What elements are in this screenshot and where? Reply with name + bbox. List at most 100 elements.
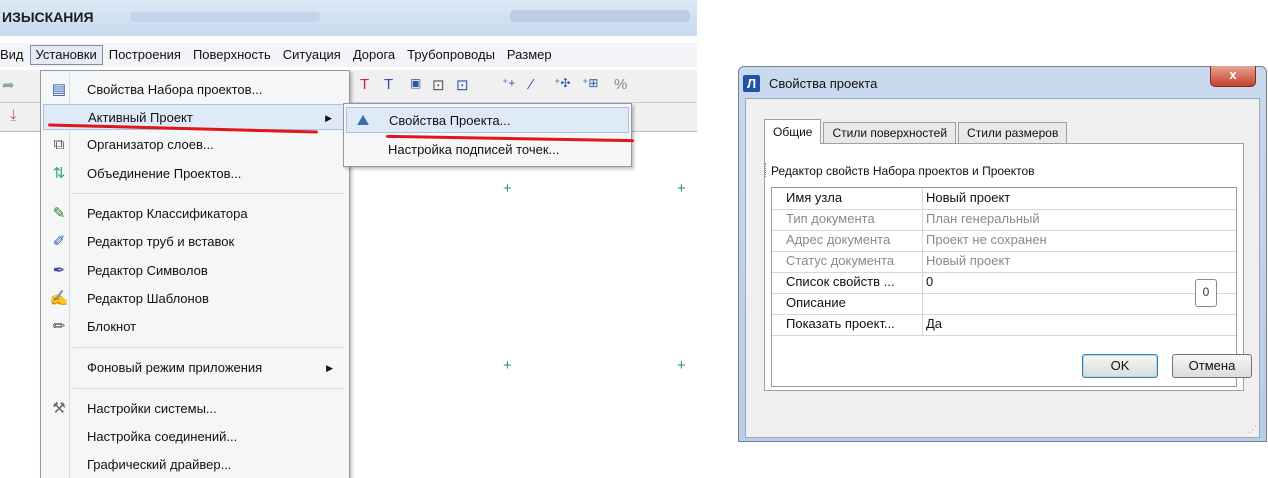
point-add-icon[interactable]: ⁺✣ bbox=[554, 76, 570, 90]
menu-item-label: Свойства Набора проектов... bbox=[87, 82, 263, 97]
property-value: План генеральный bbox=[926, 211, 1040, 226]
property-key: Тип документа bbox=[786, 211, 875, 226]
text-delete-icon[interactable]: T bbox=[384, 76, 393, 93]
property-row: Статус документа Новый проект bbox=[772, 251, 1236, 273]
property-grid: Имя узла Новый проект Тип документа План… bbox=[771, 187, 1237, 387]
project-properties-dialog: Л Свойства проекта x Общие Стили поверхн… bbox=[738, 66, 1267, 442]
menu-item-label: Активный Проект bbox=[88, 110, 193, 125]
tab-general[interactable]: Общие bbox=[764, 119, 822, 144]
property-key: Показать проект... bbox=[786, 316, 895, 331]
close-button[interactable]: x bbox=[1210, 66, 1256, 87]
menu-item-pipe-editor[interactable]: ✐ Редактор труб и вставок bbox=[43, 229, 347, 255]
property-value[interactable]: Да bbox=[926, 316, 942, 331]
app-title: ИЗЫСКАНИЯ bbox=[2, 9, 94, 25]
menu-item-merge-projects[interactable]: ⇅ Объединение Проектов... bbox=[43, 161, 347, 187]
app-title-bar: ИЗЫСКАНИЯ bbox=[0, 0, 697, 36]
menu-item-classifier-editor[interactable]: ✎ Редактор Классификатора bbox=[43, 201, 347, 227]
tab-strip: Общие Стили поверхностей Стили размеров bbox=[764, 119, 1069, 144]
menu-item-label: Настройка подписей точек... bbox=[388, 142, 560, 157]
download-icon[interactable]: ⤓ bbox=[10, 107, 17, 124]
grid-cross-icon: + bbox=[503, 180, 512, 197]
point-edit-icon[interactable]: ⁺⊞ bbox=[582, 76, 598, 90]
property-value[interactable]: Новый проект bbox=[926, 190, 1010, 205]
menu-item-system-settings[interactable]: ⚒ Настройки системы... bbox=[43, 396, 347, 422]
tab-dimension-styles[interactable]: Стили размеров bbox=[958, 122, 1068, 144]
tab-surface-styles[interactable]: Стили поверхностей bbox=[823, 122, 957, 144]
property-key: Статус документа bbox=[786, 253, 895, 268]
property-value: Проект не сохранен bbox=[926, 232, 1047, 247]
grid-cross-icon: + bbox=[677, 357, 686, 374]
menu-bar: Вид Установки Построения Поверхность Сит… bbox=[0, 43, 697, 67]
submenu-arrow-icon: ▶ bbox=[325, 113, 332, 123]
notepad-icon: ✏ bbox=[52, 318, 66, 335]
count-badge[interactable]: 0 bbox=[1195, 279, 1217, 307]
menu-item-symbol-editor[interactable]: ✒ Редактор Символов bbox=[43, 258, 347, 284]
text-frame-icon[interactable]: ▣ bbox=[410, 76, 421, 90]
dialog-title-bar[interactable]: Л Свойства проекта x bbox=[739, 66, 1266, 97]
dialog-title: Свойства проекта bbox=[769, 76, 878, 91]
resize-grip-icon[interactable]: ⋰ bbox=[1248, 424, 1257, 435]
menu-item-project-properties[interactable]: ⛰ Свойства Проекта... bbox=[346, 107, 629, 133]
menu-ustanovki[interactable]: Установки bbox=[29, 45, 103, 65]
menu-item-layer-organizer[interactable]: ⧉ Организатор слоев... bbox=[43, 132, 347, 158]
property-key: Список свойств ... bbox=[786, 274, 895, 289]
application-window: ИЗЫСКАНИЯ Вид Установки Построения Повер… bbox=[0, 0, 697, 478]
folder-properties-icon: ▤ bbox=[51, 81, 67, 98]
menu-item-label: Свойства Проекта... bbox=[389, 113, 511, 128]
property-row[interactable]: Список свойств ... 0 bbox=[772, 272, 1236, 294]
percent-tool-icon[interactable]: % bbox=[614, 76, 627, 93]
point-tool-icon[interactable]: ⁺+ bbox=[502, 76, 515, 90]
classifier-editor-icon: ✎ bbox=[52, 205, 66, 222]
template-editor-icon: ✍ bbox=[49, 290, 69, 307]
menu-separator bbox=[73, 193, 345, 194]
menu-item-label: Редактор труб и вставок bbox=[87, 234, 235, 249]
section-header: Редактор свойств Набора проектов и Проек… bbox=[771, 164, 1035, 178]
text-tool-icon[interactable]: T bbox=[360, 76, 369, 93]
menu-item-label: Настройки системы... bbox=[87, 401, 217, 416]
blurred-title-text bbox=[130, 12, 320, 22]
menu-item-label: Объединение Проектов... bbox=[87, 166, 242, 181]
blurred-title-text bbox=[510, 10, 690, 22]
menu-item-label: Редактор Символов bbox=[87, 263, 208, 278]
line-tool-icon[interactable]: ⁄ bbox=[530, 76, 533, 93]
property-key: Описание bbox=[786, 295, 846, 310]
menu-item-background-mode[interactable]: Фоновый режим приложения ▶ bbox=[43, 355, 347, 381]
menu-postroeniya[interactable]: Построения bbox=[103, 45, 187, 65]
property-key: Имя узла bbox=[786, 190, 843, 205]
menu-doroga[interactable]: Дорога bbox=[347, 45, 401, 65]
layers-icon: ⧉ bbox=[53, 136, 65, 153]
menu-item-template-editor[interactable]: ✍ Редактор Шаблонов bbox=[43, 286, 347, 312]
menu-vid[interactable]: Вид bbox=[0, 45, 30, 65]
cancel-button[interactable]: Отмена bbox=[1172, 354, 1252, 378]
grid-cross-icon: + bbox=[677, 180, 686, 197]
redo-icon[interactable]: ➦ bbox=[2, 76, 15, 94]
menu-item-label: Редактор Классификатора bbox=[87, 206, 248, 221]
menu-item-connection-settings[interactable]: Настройка соединений... bbox=[43, 424, 347, 450]
menu-separator bbox=[73, 388, 345, 389]
symbol-editor-icon: ✒ bbox=[52, 262, 66, 279]
property-row[interactable]: Имя узла Новый проект bbox=[772, 188, 1236, 210]
app-logo-icon: Л bbox=[743, 75, 760, 92]
menu-item-label: Настройка соединений... bbox=[87, 429, 238, 444]
label-delete-icon[interactable]: ⊡ bbox=[456, 76, 469, 94]
pipe-editor-icon: ✐ bbox=[52, 233, 66, 250]
property-row: Адрес документа Проект не сохранен bbox=[772, 230, 1236, 252]
menu-separator bbox=[73, 347, 345, 348]
property-key: Адрес документа bbox=[786, 232, 891, 247]
tools-icon: ⚒ bbox=[52, 400, 66, 417]
property-row[interactable]: Описание bbox=[772, 293, 1236, 315]
ok-button[interactable]: OK bbox=[1082, 354, 1158, 378]
property-row[interactable]: Показать проект... Да bbox=[772, 314, 1236, 336]
project-properties-icon: ⛰ bbox=[356, 112, 370, 129]
menu-situatsiya[interactable]: Ситуация bbox=[277, 45, 347, 65]
menu-item-notepad[interactable]: ✏ Блокнот bbox=[43, 314, 347, 340]
menu-item-label: Организатор слоев... bbox=[87, 137, 214, 152]
menu-item-graphics-driver[interactable]: Графический драйвер... bbox=[43, 452, 347, 478]
property-value: Новый проект bbox=[926, 253, 1011, 268]
menu-poverkhnost[interactable]: Поверхность bbox=[187, 45, 277, 65]
menu-razmer[interactable]: Размер bbox=[501, 45, 558, 65]
property-value[interactable]: 0 bbox=[926, 274, 933, 289]
label-tool-icon[interactable]: ⊡ bbox=[432, 76, 445, 94]
menu-item-project-set-properties[interactable]: ▤ Свойства Набора проектов... bbox=[43, 77, 347, 103]
menu-truboprovody[interactable]: Трубопроводы bbox=[401, 45, 501, 65]
